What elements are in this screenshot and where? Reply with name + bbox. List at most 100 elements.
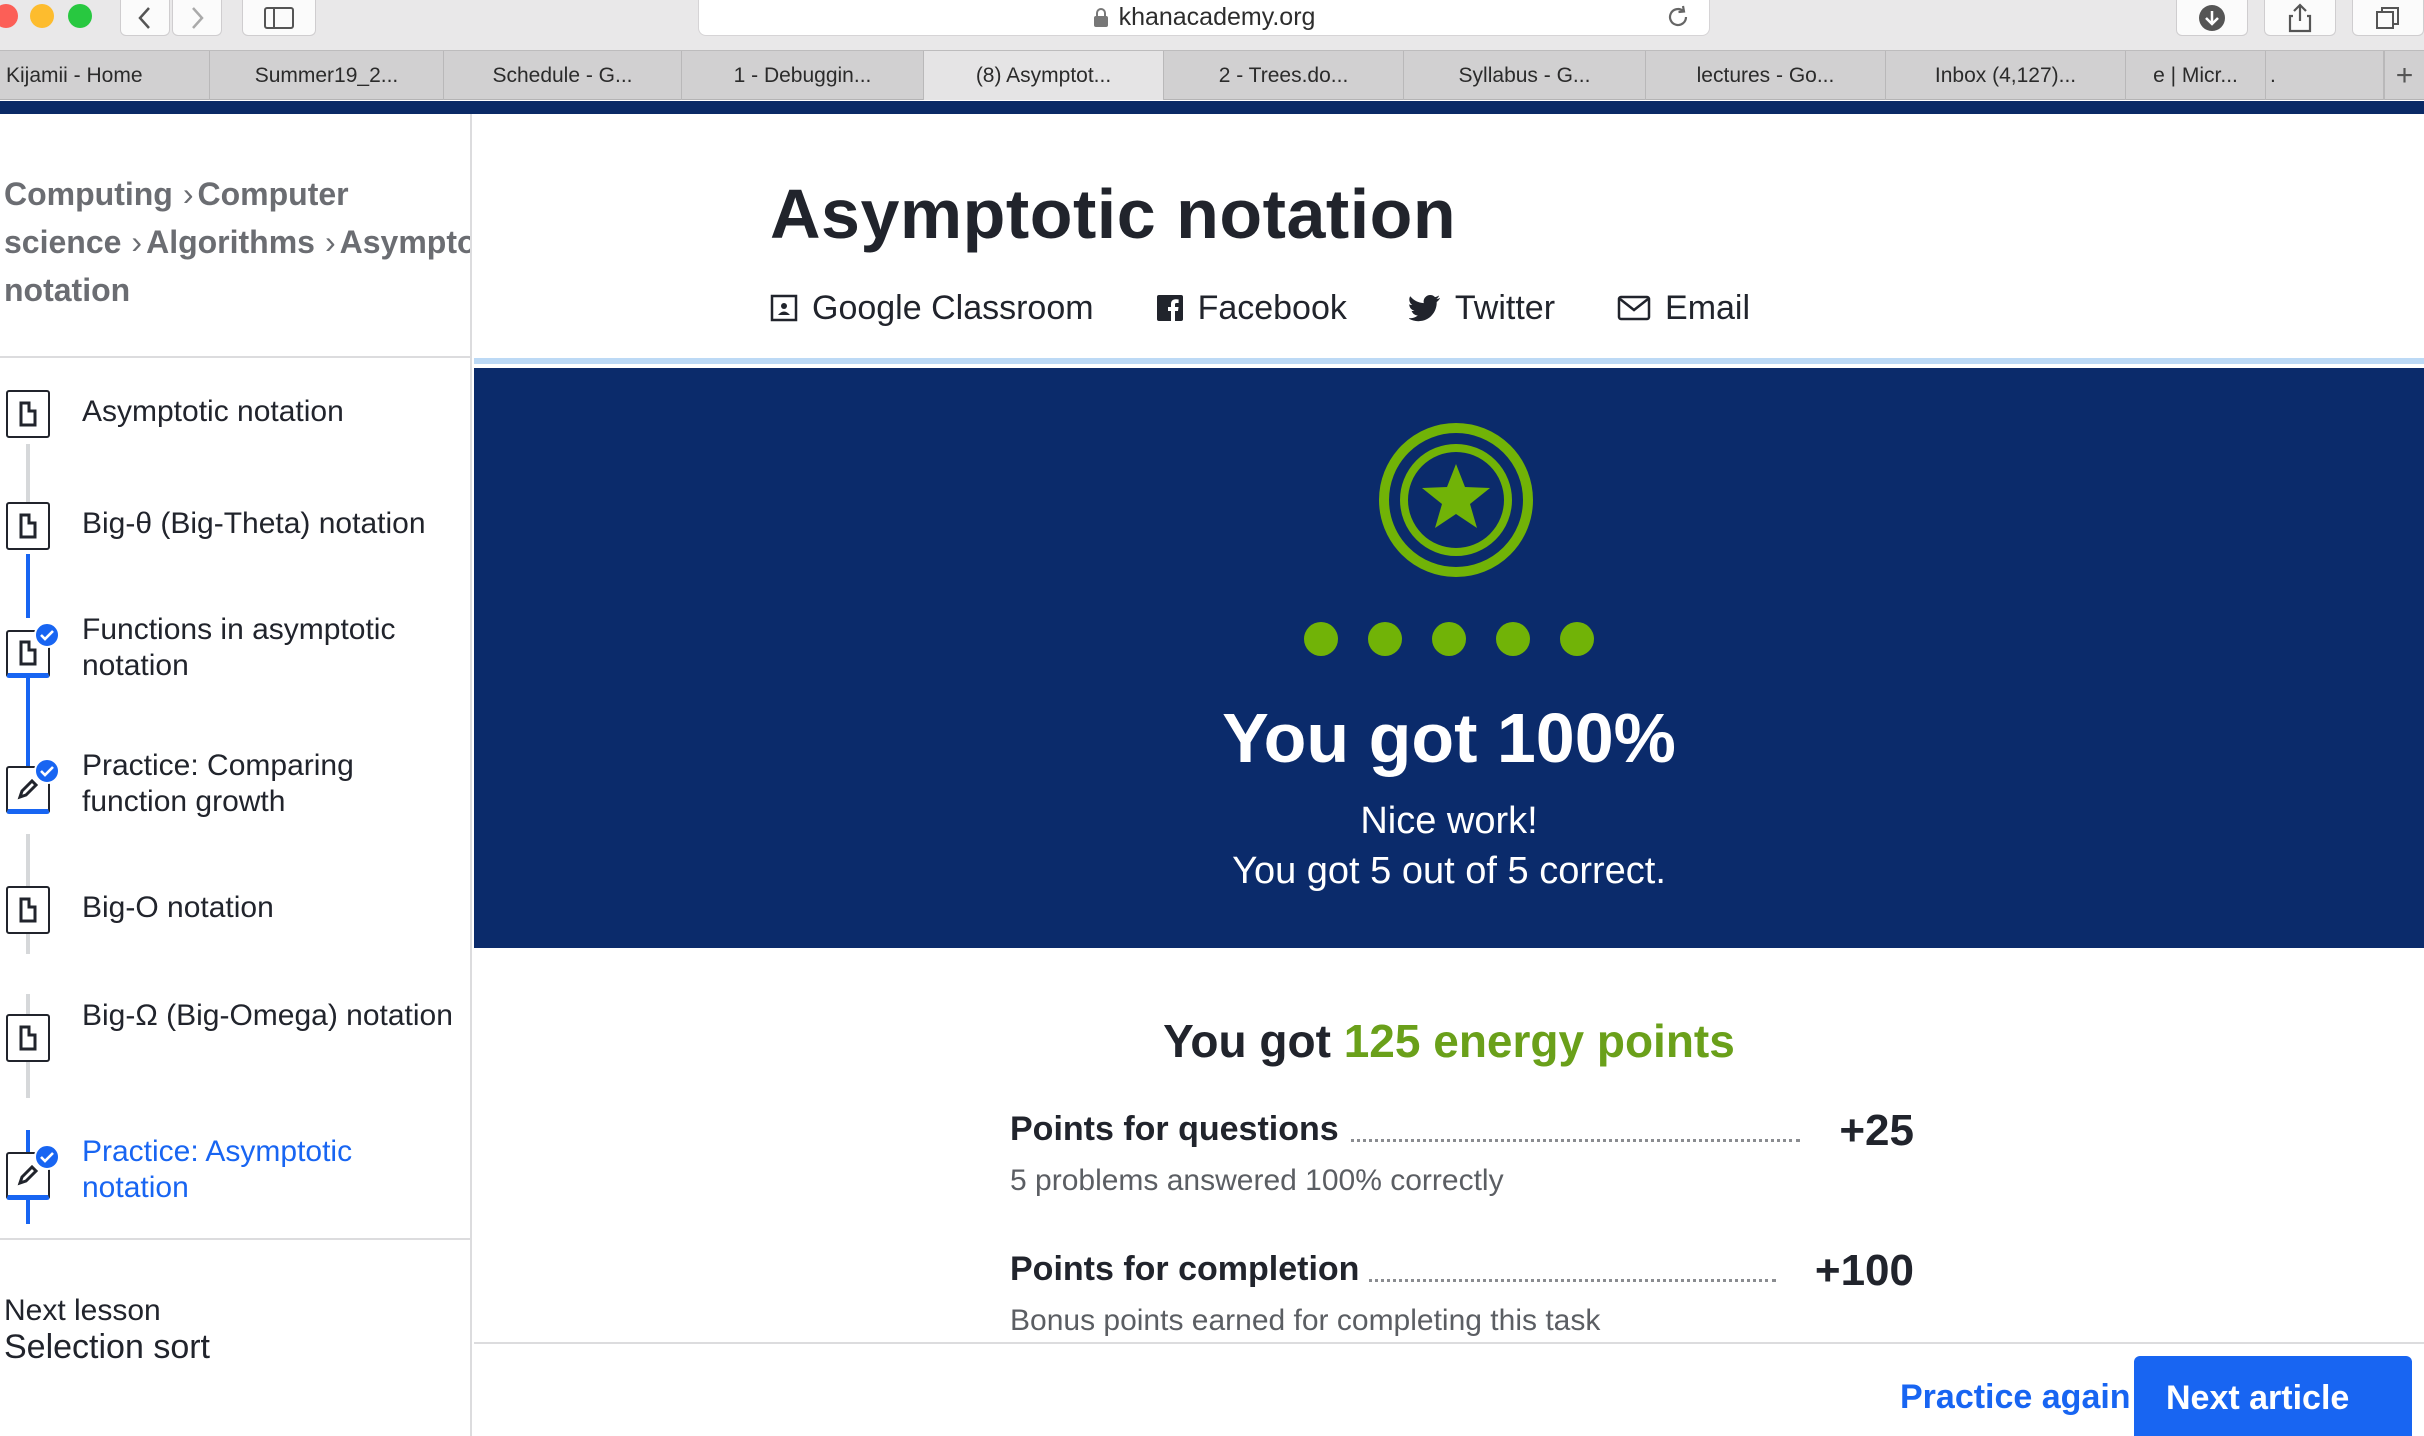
reload-icon[interactable] (1665, 4, 1691, 30)
browser-tab[interactable]: lectures - Go... (1646, 51, 1886, 100)
browser-tab[interactable]: e | Micr... (2126, 51, 2266, 100)
chevron-right-icon: › (324, 224, 336, 260)
google-classroom-share-button[interactable]: Google Classroom (770, 289, 1094, 328)
forward-button[interactable] (172, 0, 222, 36)
lesson-title: Big-θ (Big-Theta) notation (82, 507, 426, 540)
lesson-title: Practice: Comparing function growth (82, 749, 354, 818)
share-button[interactable] (2264, 0, 2336, 36)
download-icon (2199, 4, 2225, 31)
breadcrumb-algorithms[interactable]: Algorithms (146, 224, 315, 260)
next-lesson-label: Next lesson (4, 1294, 161, 1327)
browser-tab[interactable]: 2 - Trees.do... (1164, 51, 1404, 100)
chevron-right-icon: › (182, 176, 194, 212)
points-completion-row: Points for completion +100 (1010, 1246, 1914, 1300)
section-divider (474, 358, 2424, 364)
dotted-leader (1320, 1138, 1800, 1142)
browser-tab[interactable]: Schedule - G... (444, 51, 682, 100)
points-questions-value: +25 (1839, 1106, 1914, 1155)
browser-tab-bar: Kijamii - Home Summer19_2... Schedule - … (0, 50, 2424, 100)
browser-tab-active[interactable]: (8) Asymptot... (924, 51, 1164, 100)
downloads-button[interactable] (2176, 0, 2248, 36)
facebook-icon (1156, 295, 1183, 321)
bottom-action-bar: Practice again Next article (474, 1342, 2424, 1436)
browser-toolbar: khanacademy.org (0, 0, 2424, 50)
lesson-title: Big-Ω (Big-Omega) notation (82, 999, 453, 1032)
chevron-left-icon (138, 6, 150, 29)
share-links: Google Classroom Facebook Twitter Email (770, 286, 1812, 330)
address-bar[interactable]: khanacademy.org (698, 0, 1710, 36)
facebook-share-button[interactable]: Facebook (1156, 289, 1347, 328)
next-article-button[interactable]: Next article (2134, 1356, 2412, 1436)
lesson-title: Big-O notation (82, 891, 274, 924)
article-icon (6, 1014, 50, 1062)
breadcrumb-computer-science[interactable]: Computer (198, 176, 349, 212)
progress-rail (26, 554, 30, 618)
practice-again-button[interactable]: Practice again (1900, 1378, 2131, 1417)
new-tab-button[interactable]: + (2384, 51, 2424, 100)
star-badge-icon (1379, 423, 1533, 577)
points-completion-label: Points for completion (1010, 1250, 1370, 1289)
sidebar-toggle-button[interactable] (242, 0, 316, 36)
correct-dot (1560, 622, 1594, 656)
twitter-share-button[interactable]: Twitter (1408, 289, 1555, 328)
lesson-title: Functions in asymptotic notation (82, 613, 396, 682)
question-progress-dots (474, 622, 2424, 656)
tab-overview-button[interactable] (2352, 0, 2424, 36)
minimize-window-button[interactable] (30, 4, 54, 28)
article-icon (6, 886, 50, 934)
chevron-right-icon: › (131, 224, 143, 260)
check-icon (34, 1144, 60, 1170)
correct-summary: You got 5 out of 5 correct. (1232, 850, 1666, 892)
back-button[interactable] (120, 0, 170, 36)
maximize-window-button[interactable] (68, 4, 92, 28)
chevron-right-icon (192, 6, 204, 29)
points-completion-value: +100 (1814, 1246, 1914, 1295)
breadcrumb: Computing › Computer science › Algorithms › As… (4, 170, 470, 314)
close-window-button[interactable] (0, 4, 18, 28)
browser-tab[interactable]: 1 - Debuggin... (682, 51, 924, 100)
points-questions-detail: 5 problems answered 100% correctly (1010, 1164, 1504, 1197)
energy-points-heading: You got 125 energy points (1163, 1015, 1735, 1067)
browser-tab[interactable]: Kijamii - Home (0, 51, 210, 100)
breadcrumb-computing[interactable]: Computing (4, 176, 173, 212)
energy-points-value: 125 energy points (1343, 1015, 1735, 1067)
check-icon (34, 622, 60, 648)
points-questions-row: Points for questions +25 (1010, 1106, 1914, 1160)
correct-dot (1304, 622, 1338, 656)
site-header-bar (0, 101, 2424, 114)
url-text: khanacademy.org (1118, 3, 1316, 31)
lesson-title: Practice: Asymptotic notation (82, 1135, 353, 1204)
breadcrumb-asymptotic-notation[interactable]: Asymptoti (340, 224, 470, 260)
browser-tab[interactable]: Summer19_2... (210, 51, 444, 100)
check-icon (34, 758, 60, 784)
share-icon (2288, 2, 2312, 32)
sidebar-divider (0, 356, 472, 358)
sidebar-icon (264, 6, 294, 29)
progress-rail (26, 444, 30, 508)
google-classroom-icon (770, 294, 798, 322)
lesson-title: Asymptotic notation (82, 395, 344, 428)
browser-tab[interactable]: . (2266, 51, 2384, 100)
article-icon (6, 390, 50, 438)
main-content: Asymptotic notation Google Classroom Fac… (474, 114, 2424, 1436)
tabs-icon (2376, 6, 2399, 29)
dotted-leader (1344, 1278, 1776, 1282)
lesson-sidebar: Computing › Computer science › Algorithms › As… (0, 114, 472, 1436)
twitter-icon (1408, 295, 1440, 322)
sidebar-divider (0, 1238, 472, 1240)
results-banner: You got 100% Nice work! You got 5 out of… (474, 368, 2424, 948)
next-lesson-link[interactable]: Selection sort (4, 1328, 210, 1367)
email-share-button[interactable]: Email (1617, 289, 1750, 328)
lock-icon (1093, 7, 1108, 27)
article-icon (6, 502, 50, 550)
score-heading: You got 100% (1222, 699, 1676, 777)
email-icon (1617, 295, 1651, 321)
browser-tab[interactable]: Inbox (4,127)... (1886, 51, 2126, 100)
points-questions-label: Points for questions (1010, 1110, 1349, 1149)
breadcrumb-computer-science-cont[interactable]: science (4, 224, 121, 260)
correct-dot (1496, 622, 1530, 656)
browser-tab[interactable]: Syllabus - G... (1404, 51, 1646, 100)
praise-text: Nice work! (1360, 800, 1538, 842)
correct-dot (1368, 622, 1402, 656)
breadcrumb-asymptotic-notation-cont[interactable]: notation (4, 266, 470, 314)
